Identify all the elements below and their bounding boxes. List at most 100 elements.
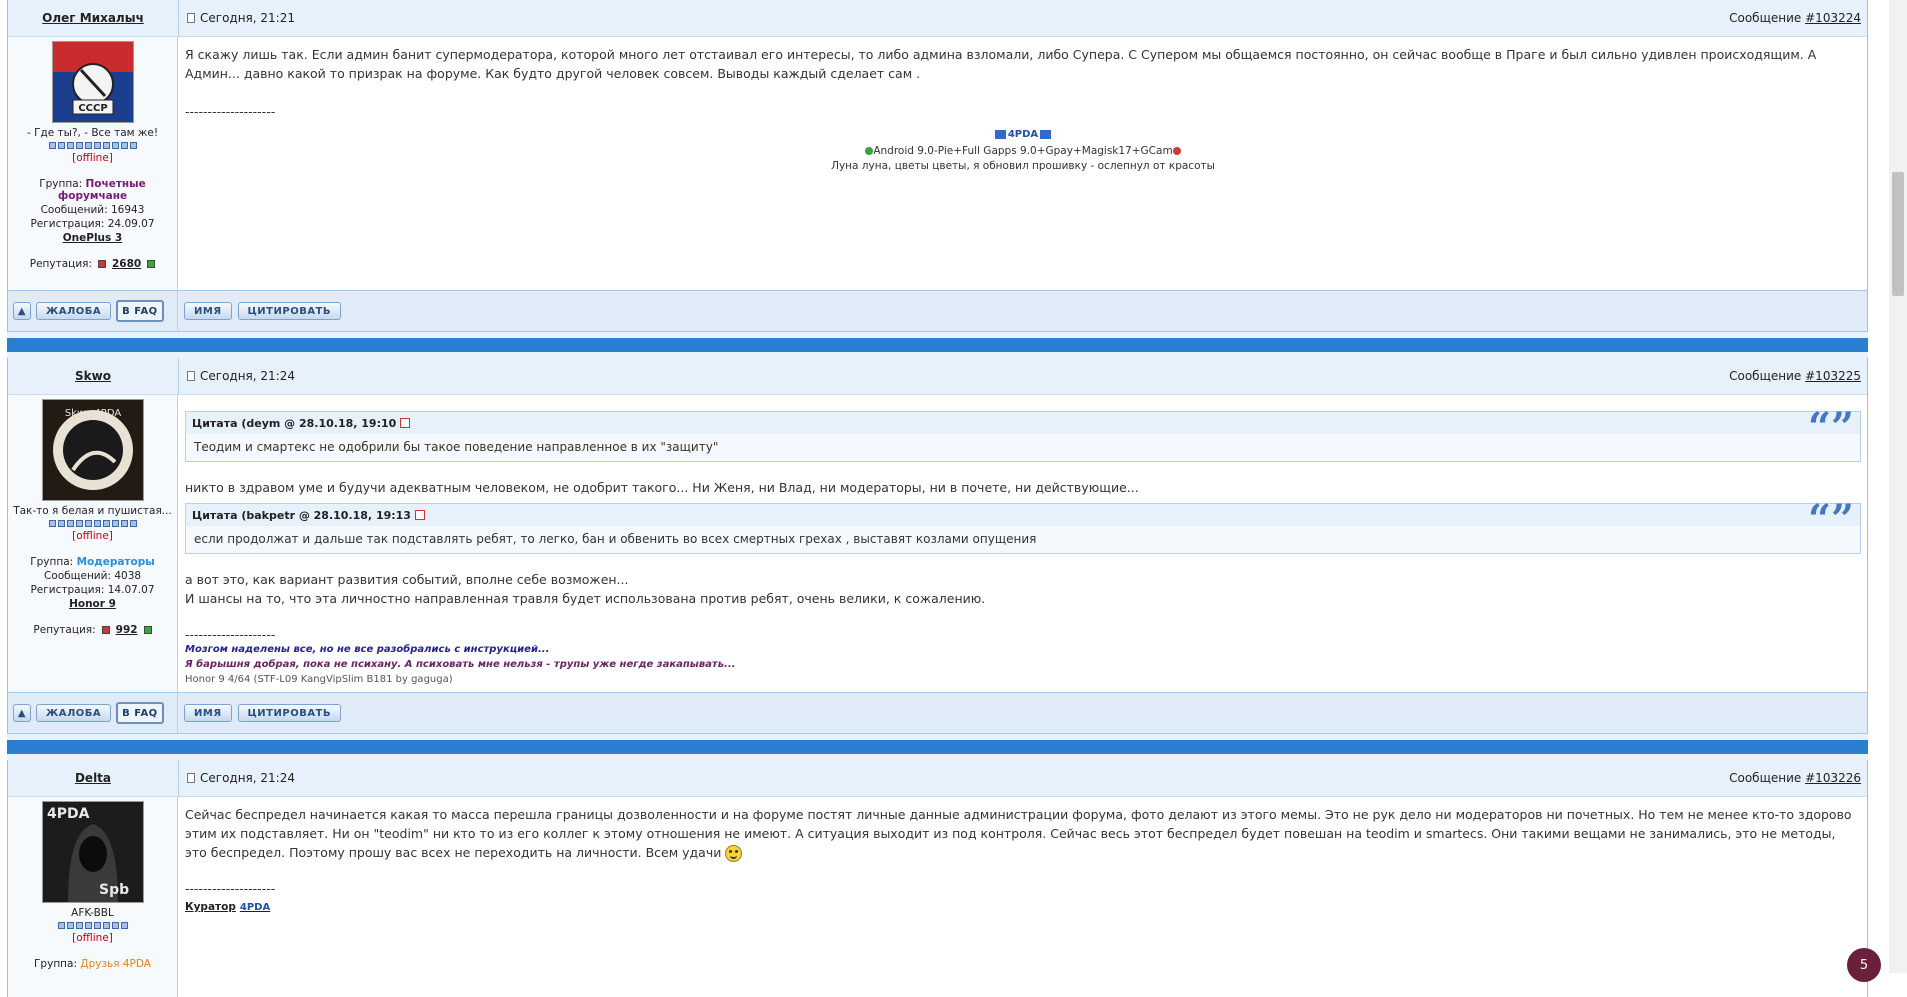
avatar[interactable]: 4PDA Spb — [41, 801, 144, 903]
post-text: Я скажу лишь так. Если админ банит супер… — [185, 47, 1817, 81]
reputation-value[interactable]: 2680 — [112, 258, 141, 270]
page-scrollbar[interactable] — [1889, 0, 1907, 973]
device-link[interactable]: OnePlus 3 — [8, 232, 177, 244]
post: Delta Сегодня, 21:24 Сообщение #103226 4… — [7, 760, 1868, 997]
svg-text:Spb: Spb — [99, 882, 129, 898]
complain-button[interactable]: ЖАЛОБА — [36, 704, 112, 722]
post: Олег Михалыч Сегодня, 21:21 Сообщение #1… — [7, 0, 1868, 332]
quote-button[interactable]: ЦИТИРОВАТЬ — [237, 704, 342, 722]
quote-header: Цитата (deym @ 28.10.18, 19:10 “” — [186, 408, 1860, 448]
post-text: И шансы на то, что эта личностно направл… — [185, 591, 986, 606]
author-info: Skwo 4PDA Так-то я белая и пушистая... [… — [8, 395, 178, 692]
date-cell: Сегодня, 21:21 Сообщение #103224 — [179, 0, 1867, 36]
to-faq-button[interactable]: В FAQ — [116, 300, 164, 322]
logo-block-icon — [994, 130, 1006, 139]
quote-text: если продолжат и дальше так подставлять … — [194, 532, 1037, 546]
post-body: Skwo 4PDA Так-то я белая и пушистая... [… — [8, 395, 1867, 692]
forum-topic: Олег Михалыч Сегодня, 21:21 Сообщение #1… — [7, 0, 1868, 997]
rank-pip — [102, 922, 110, 929]
signature-line-1: Мозгом наделены все, но не все разобрали… — [185, 644, 550, 655]
user-group: Группа: Друзья 4PDA — [8, 958, 177, 970]
4pda-logo: 4PDA — [994, 127, 1052, 142]
signature-badge: 4PDA — [185, 127, 1861, 144]
post-footer: ▲ ЖАЛОБА В FAQ ИМЯ ЦИТИРОВАТЬ — [8, 290, 1867, 332]
footer-left: ▲ ЖАЛОБА В FAQ — [8, 693, 178, 733]
registration-date: Регистрация: 14.07.07 — [30, 584, 155, 596]
post-header: Skwo Сегодня, 21:24 Сообщение #103225 — [8, 358, 1867, 395]
scroll-up-button[interactable]: ▲ — [13, 704, 31, 722]
cccp-avatar-image: CCCP — [52, 42, 133, 122]
reputation-value[interactable]: 992 — [116, 624, 138, 636]
user-group: Группа: Почетные форумчане — [8, 178, 177, 202]
user-group: Группа: Модераторы — [8, 556, 177, 568]
avatar[interactable]: Skwo 4PDA — [41, 399, 144, 501]
signature: 4PDA Android 9.0-Pie+Full Gapps 9.0+Gpay… — [185, 127, 1861, 174]
reputation-plus-icon[interactable] — [143, 626, 152, 634]
quote-text: Теодим и смартекс не одобрили бы такое п… — [194, 440, 719, 454]
date-cell: Сегодня, 21:24 Сообщение #103225 — [179, 358, 1867, 394]
rank-pip — [48, 520, 56, 527]
footer-right: ИМЯ ЦИТИРОВАТЬ — [178, 291, 1867, 331]
notification-badge[interactable]: 5 — [1847, 948, 1881, 982]
name-button[interactable]: ИМЯ — [184, 704, 232, 722]
rank-pip — [120, 922, 128, 929]
rank-pip — [75, 922, 83, 929]
author-name-link[interactable]: Skwo — [75, 369, 111, 383]
scroll-up-button[interactable]: ▲ — [13, 302, 31, 320]
author-name-link[interactable]: Delta — [75, 771, 111, 785]
rank-pip — [111, 520, 119, 527]
rank-pip — [57, 520, 65, 527]
rank-pip — [93, 922, 101, 929]
rank-pip — [120, 520, 128, 527]
author-cell: Skwo — [8, 358, 179, 394]
reputation-minus-icon[interactable] — [101, 626, 110, 634]
user-status: Так-то я белая и пушистая... — [13, 505, 172, 517]
message-number-link[interactable]: #103225 — [1805, 369, 1861, 383]
group-value: Модераторы — [76, 556, 155, 568]
rank-pip — [93, 520, 101, 527]
rank-pip — [66, 520, 74, 527]
to-faq-button[interactable]: В FAQ — [116, 702, 164, 724]
signature-line-1: Android 9.0-Pie+Full Gapps 9.0+Gpay+Magi… — [185, 144, 1861, 159]
rank-pip — [48, 142, 56, 149]
message-count: Сообщений: 16943 — [40, 204, 145, 216]
rank-pip — [66, 922, 74, 929]
curator-link[interactable]: Куратор 4PDA — [185, 898, 270, 917]
complain-button[interactable]: ЖАЛОБА — [36, 302, 112, 320]
avatar[interactable]: CCCP — [51, 41, 134, 123]
device-link[interactable]: Honor 9 — [8, 598, 177, 610]
post-body: 4PDA Spb AFK-BBL [offline] Группа: Друзь… — [8, 797, 1867, 997]
quote-title: Цитата (deym @ 28.10.18, 19:10 — [192, 414, 411, 433]
quote-source-icon[interactable] — [414, 510, 425, 520]
rank-pip — [84, 922, 92, 929]
rank-pip — [66, 142, 74, 149]
rank-pip — [57, 922, 65, 929]
message-number-link[interactable]: #103226 — [1805, 771, 1861, 785]
author-name-link[interactable]: Олег Михалыч — [42, 11, 144, 25]
post-text: никто в здравом уме и будучи адекватным … — [185, 480, 1139, 495]
name-button[interactable]: ИМЯ — [184, 302, 232, 320]
date-text: Сегодня, 21:24 — [200, 771, 295, 785]
scrollbar-thumb[interactable] — [1892, 172, 1904, 296]
quote-title: Цитата (bakpetr @ 28.10.18, 19:13 — [192, 506, 425, 525]
post-footer: ▲ ЖАЛОБА В FAQ ИМЯ ЦИТИРОВАТЬ — [8, 692, 1867, 734]
reputation-plus-icon[interactable] — [147, 260, 156, 268]
svg-text:4PDA: 4PDA — [47, 806, 90, 822]
message-label: Сообщение — [1729, 369, 1802, 383]
post-content: Я скажу лишь так. Если админ банит супер… — [178, 37, 1867, 290]
quote-button[interactable]: ЦИТИРОВАТЬ — [237, 302, 342, 320]
signature-divider: -------------------- — [185, 627, 276, 642]
rank-pip — [120, 142, 128, 149]
quote-source-icon[interactable] — [400, 418, 411, 428]
document-icon — [187, 371, 195, 381]
delta-avatar-image: 4PDA Spb — [42, 802, 143, 902]
message-number-link[interactable]: #103224 — [1805, 11, 1861, 25]
reputation-minus-icon[interactable] — [98, 260, 106, 268]
date-cell: Сегодня, 21:24 Сообщение #103226 — [179, 760, 1867, 796]
group-label: Группа: — [30, 556, 74, 568]
rank-pip — [129, 142, 137, 149]
online-status: [offline] — [72, 152, 113, 164]
rank-pip — [57, 142, 65, 149]
signature-line-2: Я барышня добрая, пока не психану. А пси… — [185, 659, 736, 670]
group-label: Группа: — [34, 958, 78, 970]
